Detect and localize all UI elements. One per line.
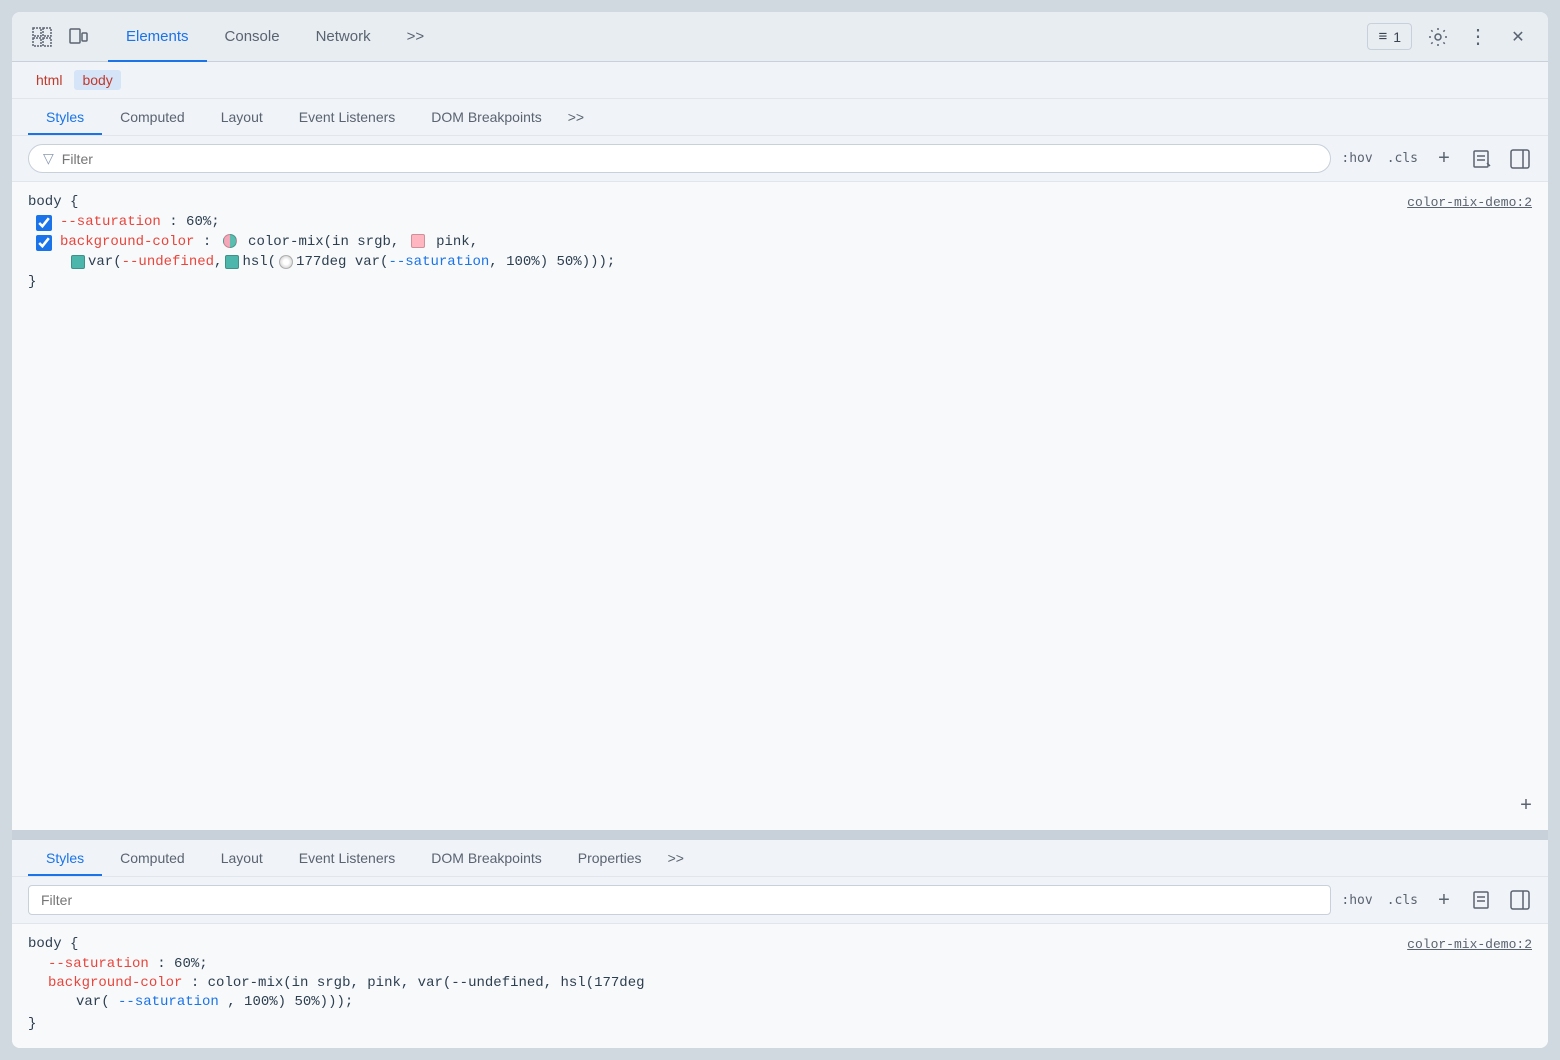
saturation-value[interactable]: 60%;	[186, 214, 220, 230]
hov-btn-2[interactable]: :hov	[1341, 893, 1372, 908]
bg-value-part1: color-mix(in srgb,	[248, 234, 408, 250]
css-rule-header-2: body { color-mix-demo:2	[28, 936, 1532, 952]
saturation-prop: --saturation : 60%;	[60, 214, 220, 230]
bg-name-2[interactable]: background-color	[48, 975, 182, 991]
tab-properties-2[interactable]: Properties	[560, 840, 660, 876]
css-source-link-2[interactable]: color-mix-demo:2	[1407, 937, 1532, 952]
more-icon[interactable]: ⋮	[1464, 23, 1492, 51]
filter-actions-1: :hov .cls +	[1341, 147, 1532, 171]
cls-btn-2[interactable]: .cls	[1387, 893, 1418, 908]
css-panel-2: body { color-mix-demo:2 --saturation : 6…	[12, 924, 1548, 1048]
panel-divider	[12, 830, 1548, 840]
breadcrumb: html body	[12, 62, 1548, 99]
tab-more-1[interactable]: >>	[560, 99, 592, 135]
css-prop-bg-2: background-color : color-mix(in srgb, pi…	[28, 975, 1532, 991]
saturation-name-2[interactable]: --saturation	[48, 956, 149, 972]
bg-value-2: color-mix(in srgb, pink, var(--undefined…	[208, 975, 645, 991]
tab-dom-breakpoints-2[interactable]: DOM Breakpoints	[413, 840, 559, 876]
cls-btn-1[interactable]: .cls	[1387, 151, 1418, 166]
saturation-var-link-2[interactable]: --saturation	[118, 994, 219, 1010]
cursor-icon[interactable]	[28, 23, 56, 51]
add-style-btn-1[interactable]: +	[1432, 147, 1456, 171]
css-continuation-1: var( --undefined , hsl( 177deg var( --sa…	[28, 254, 1532, 270]
breadcrumb-html[interactable]: html	[28, 70, 70, 90]
tab-computed-2[interactable]: Computed	[102, 840, 203, 876]
panel1-tabs: Styles Computed Layout Event Listeners D…	[12, 99, 1548, 136]
css-closing-2: }	[28, 1012, 1532, 1036]
badge: ≡ 1	[1367, 23, 1412, 50]
filter-row-1: ▽ :hov .cls +	[12, 136, 1548, 182]
css-source-link-1[interactable]: color-mix-demo:2	[1407, 195, 1532, 210]
bg-prop: background-color : color-mix(in srgb, pi…	[60, 234, 478, 250]
toolbar-right: ≡ 1 ⋮ ✕	[1367, 23, 1532, 51]
device-icon[interactable]	[64, 23, 92, 51]
tab-layout-1[interactable]: Layout	[203, 99, 281, 135]
tab-more-2[interactable]: >>	[660, 840, 692, 876]
tab-elements[interactable]: Elements	[108, 22, 207, 51]
css-rule-header-1: body { color-mix-demo:2	[28, 194, 1532, 210]
filter-icon-1: ▽	[43, 150, 54, 167]
bg-value-part2: pink,	[436, 234, 478, 250]
add-style-btn-2[interactable]: +	[1432, 888, 1456, 912]
saturation-name[interactable]: --saturation	[60, 214, 161, 230]
close-icon[interactable]: ✕	[1504, 23, 1532, 51]
teal-swatch[interactable]	[71, 255, 85, 269]
tab-dom-breakpoints-1[interactable]: DOM Breakpoints	[413, 99, 559, 135]
css-prop-saturation-2: --saturation : 60%;	[28, 956, 1532, 972]
teal-swatch-2[interactable]	[225, 255, 239, 269]
tab-layout-2[interactable]: Layout	[203, 840, 281, 876]
bg-checkbox[interactable]	[36, 235, 52, 251]
colormix-swatch[interactable]	[223, 234, 237, 248]
new-rule-btn-2[interactable]	[1470, 888, 1494, 912]
toggle-sidebar-btn-1[interactable]	[1508, 147, 1532, 171]
bottom-panel: Styles Computed Layout Event Listeners D…	[12, 840, 1548, 1048]
breadcrumb-body[interactable]: body	[74, 70, 120, 90]
panel2-tabs: Styles Computed Layout Event Listeners D…	[12, 840, 1548, 877]
new-rule-btn-1[interactable]	[1470, 147, 1494, 171]
filter-input-1[interactable]	[62, 151, 1317, 167]
saturation-var-link[interactable]: --saturation	[388, 254, 489, 270]
bg-name[interactable]: background-color	[60, 234, 194, 250]
css-closing-1: }	[28, 270, 1532, 294]
saturation-value-2: 60%;	[174, 956, 208, 972]
tab-styles-1[interactable]: Styles	[28, 99, 102, 135]
filter-input-2[interactable]	[28, 885, 1331, 915]
pink-swatch[interactable]	[411, 234, 425, 248]
settings-icon[interactable]	[1424, 23, 1452, 51]
filter-actions-2: :hov .cls +	[1341, 888, 1532, 912]
badge-count: 1	[1393, 29, 1401, 45]
css-panel-1: body { color-mix-demo:2 --saturation : 6…	[12, 182, 1548, 830]
tab-network[interactable]: Network	[298, 22, 389, 51]
css-prop-bg-cont-2: var( --saturation , 100%) 50%)));	[28, 994, 1532, 1010]
css-selector-2: body {	[28, 936, 78, 952]
tab-computed-1[interactable]: Computed	[102, 99, 203, 135]
tab-more[interactable]: >>	[389, 22, 443, 51]
hov-btn-1[interactable]: :hov	[1341, 151, 1372, 166]
css-property-saturation: --saturation : 60%;	[28, 214, 1532, 231]
saturation-checkbox[interactable]	[36, 215, 52, 231]
css-add-btn-1[interactable]: +	[1520, 795, 1532, 818]
filter-row-2: :hov .cls +	[12, 877, 1548, 924]
tab-styles-2[interactable]: Styles	[28, 840, 102, 876]
css-selector-1: body {	[28, 194, 78, 210]
devtools-toolbar: Elements Console Network >> ≡ 1 ⋮ ✕	[12, 12, 1548, 62]
badge-icon: ≡	[1378, 28, 1387, 45]
filter-input-wrap-1[interactable]: ▽	[28, 144, 1331, 173]
toolbar-tabs: Elements Console Network >>	[108, 22, 1359, 51]
css-property-bg: background-color : color-mix(in srgb, pi…	[28, 234, 1532, 251]
tab-event-listeners-1[interactable]: Event Listeners	[281, 99, 414, 135]
tab-event-listeners-2[interactable]: Event Listeners	[281, 840, 414, 876]
hsl-circle-swatch[interactable]	[279, 255, 293, 269]
toggle-sidebar-btn-2[interactable]	[1508, 888, 1532, 912]
tab-console[interactable]: Console	[207, 22, 298, 51]
